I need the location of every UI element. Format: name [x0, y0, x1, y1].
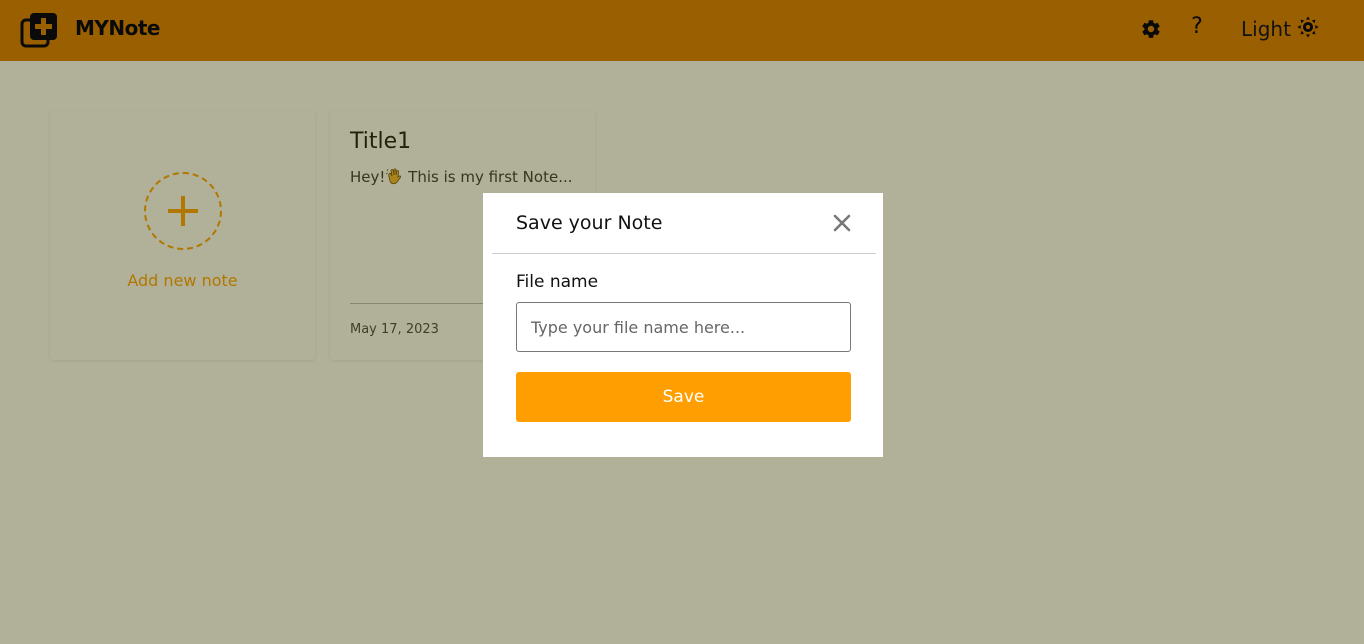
modal-title: Save your Note [516, 212, 663, 234]
close-icon[interactable] [831, 212, 853, 234]
file-name-input[interactable] [516, 302, 851, 352]
file-name-label: File name [516, 272, 599, 292]
save-note-modal: Save your Note File name Save [483, 193, 883, 457]
save-button[interactable]: Save [516, 372, 851, 422]
modal-backdrop-header[interactable] [0, 0, 1364, 61]
modal-divider [492, 253, 876, 254]
